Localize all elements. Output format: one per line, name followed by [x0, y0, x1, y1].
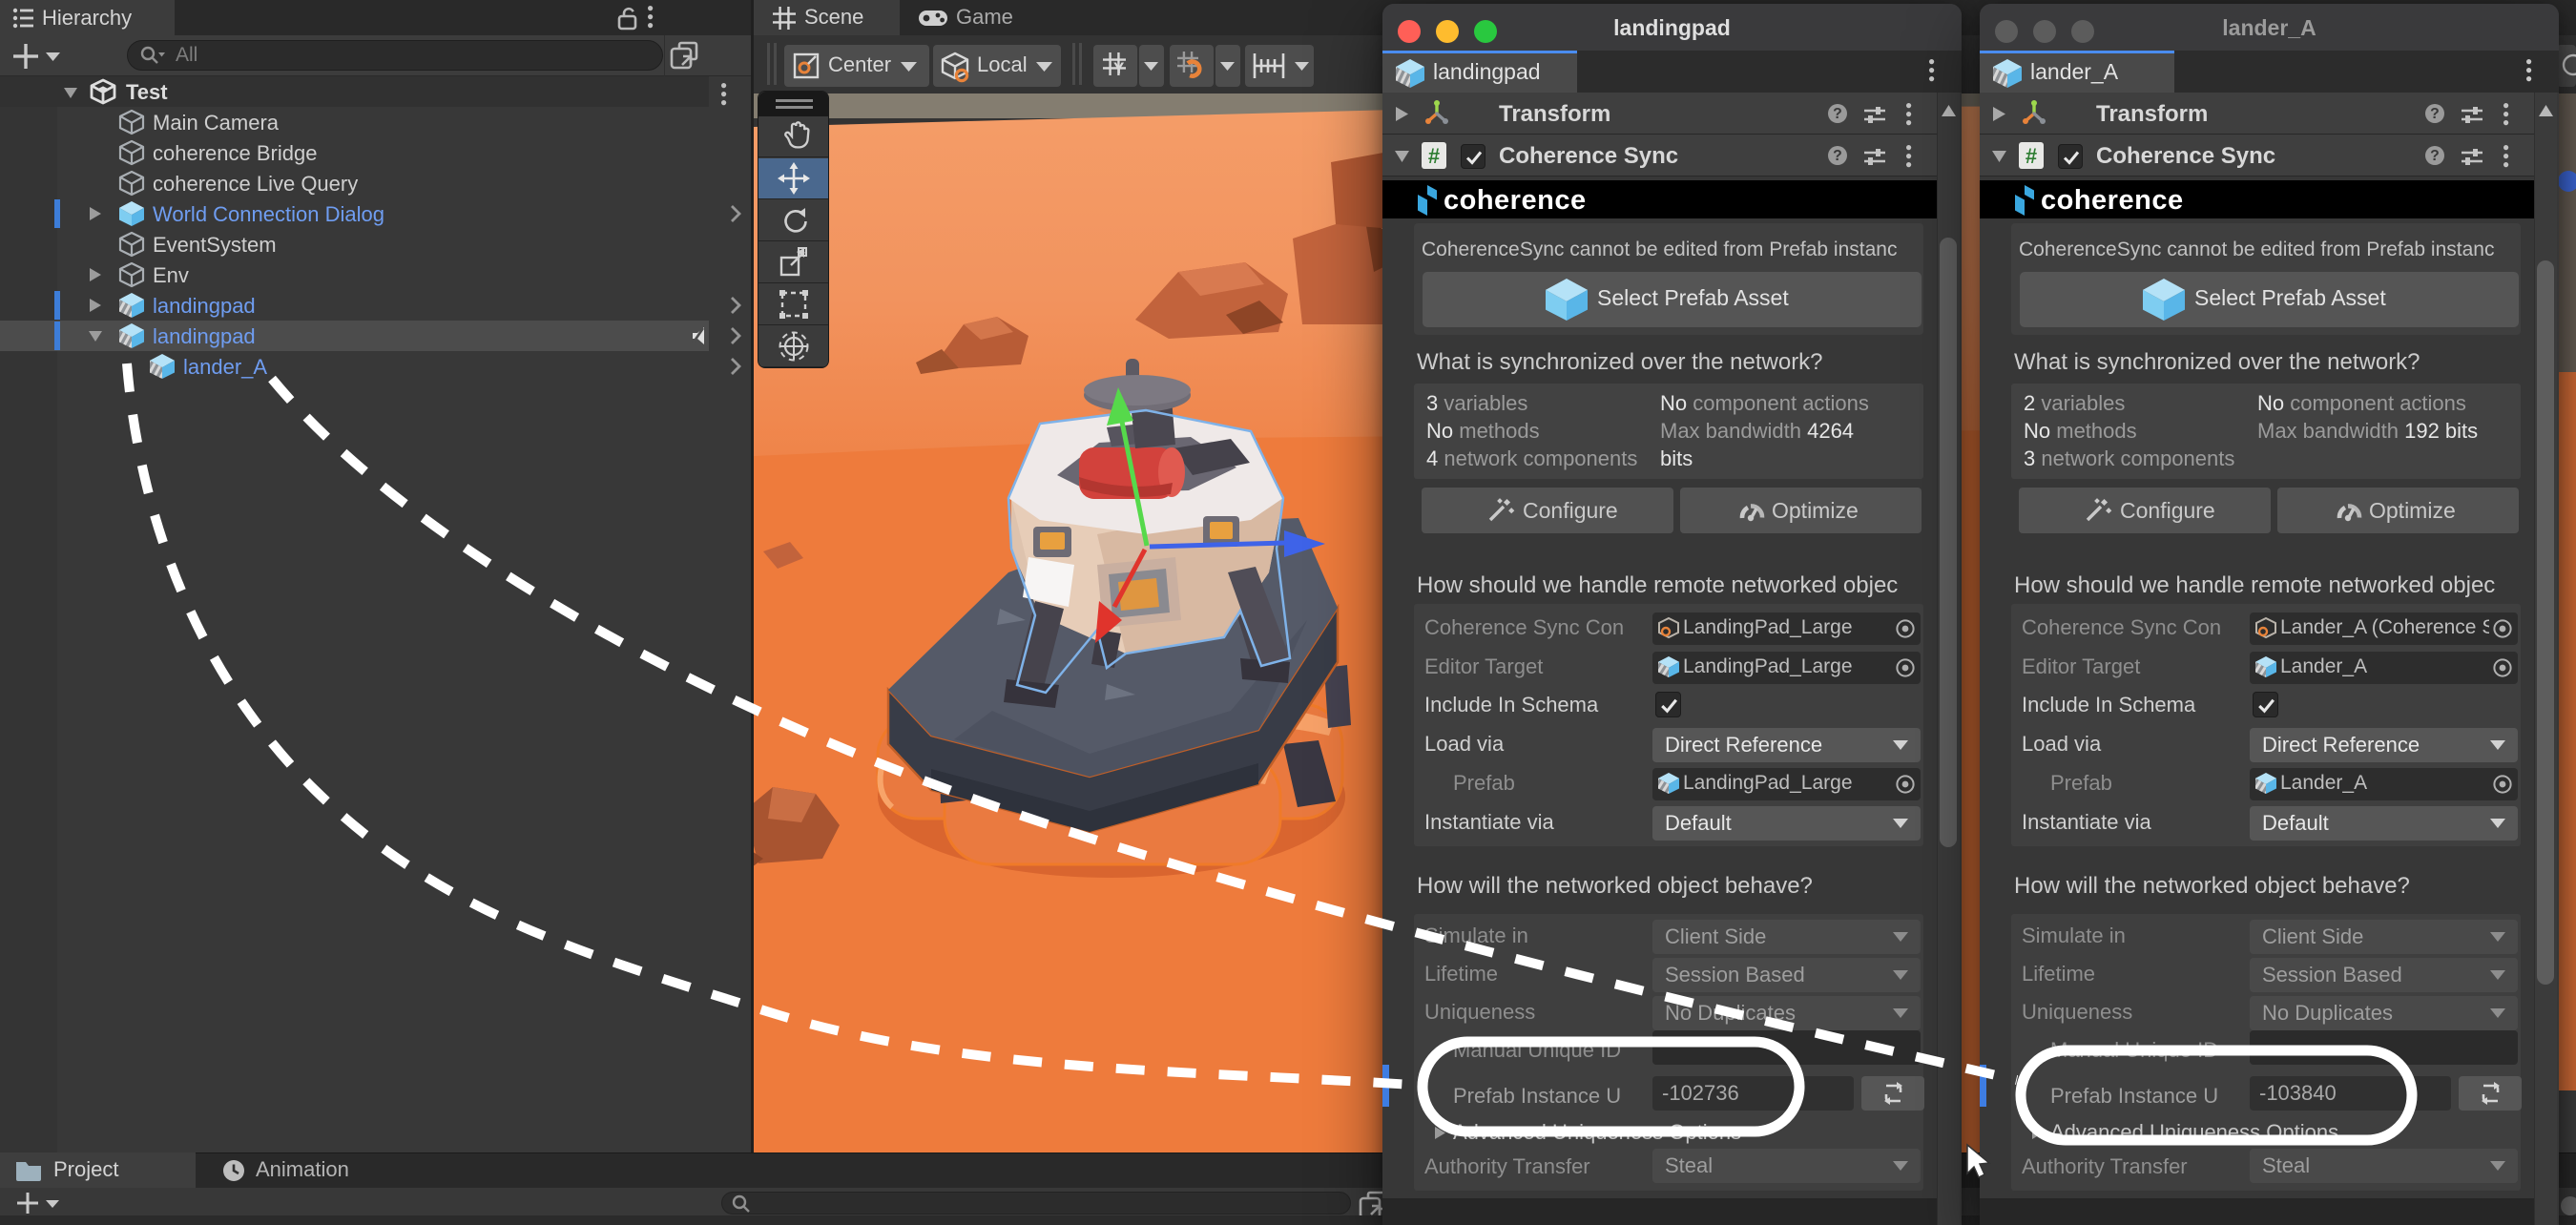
svg-text:?: ?	[2430, 106, 2440, 122]
svg-text:?: ?	[1833, 148, 1842, 164]
svg-text:?: ?	[1833, 106, 1842, 122]
svg-text:#: #	[2025, 144, 2037, 168]
svg-text:?: ?	[2430, 148, 2440, 164]
svg-text:#: #	[1428, 144, 1440, 168]
